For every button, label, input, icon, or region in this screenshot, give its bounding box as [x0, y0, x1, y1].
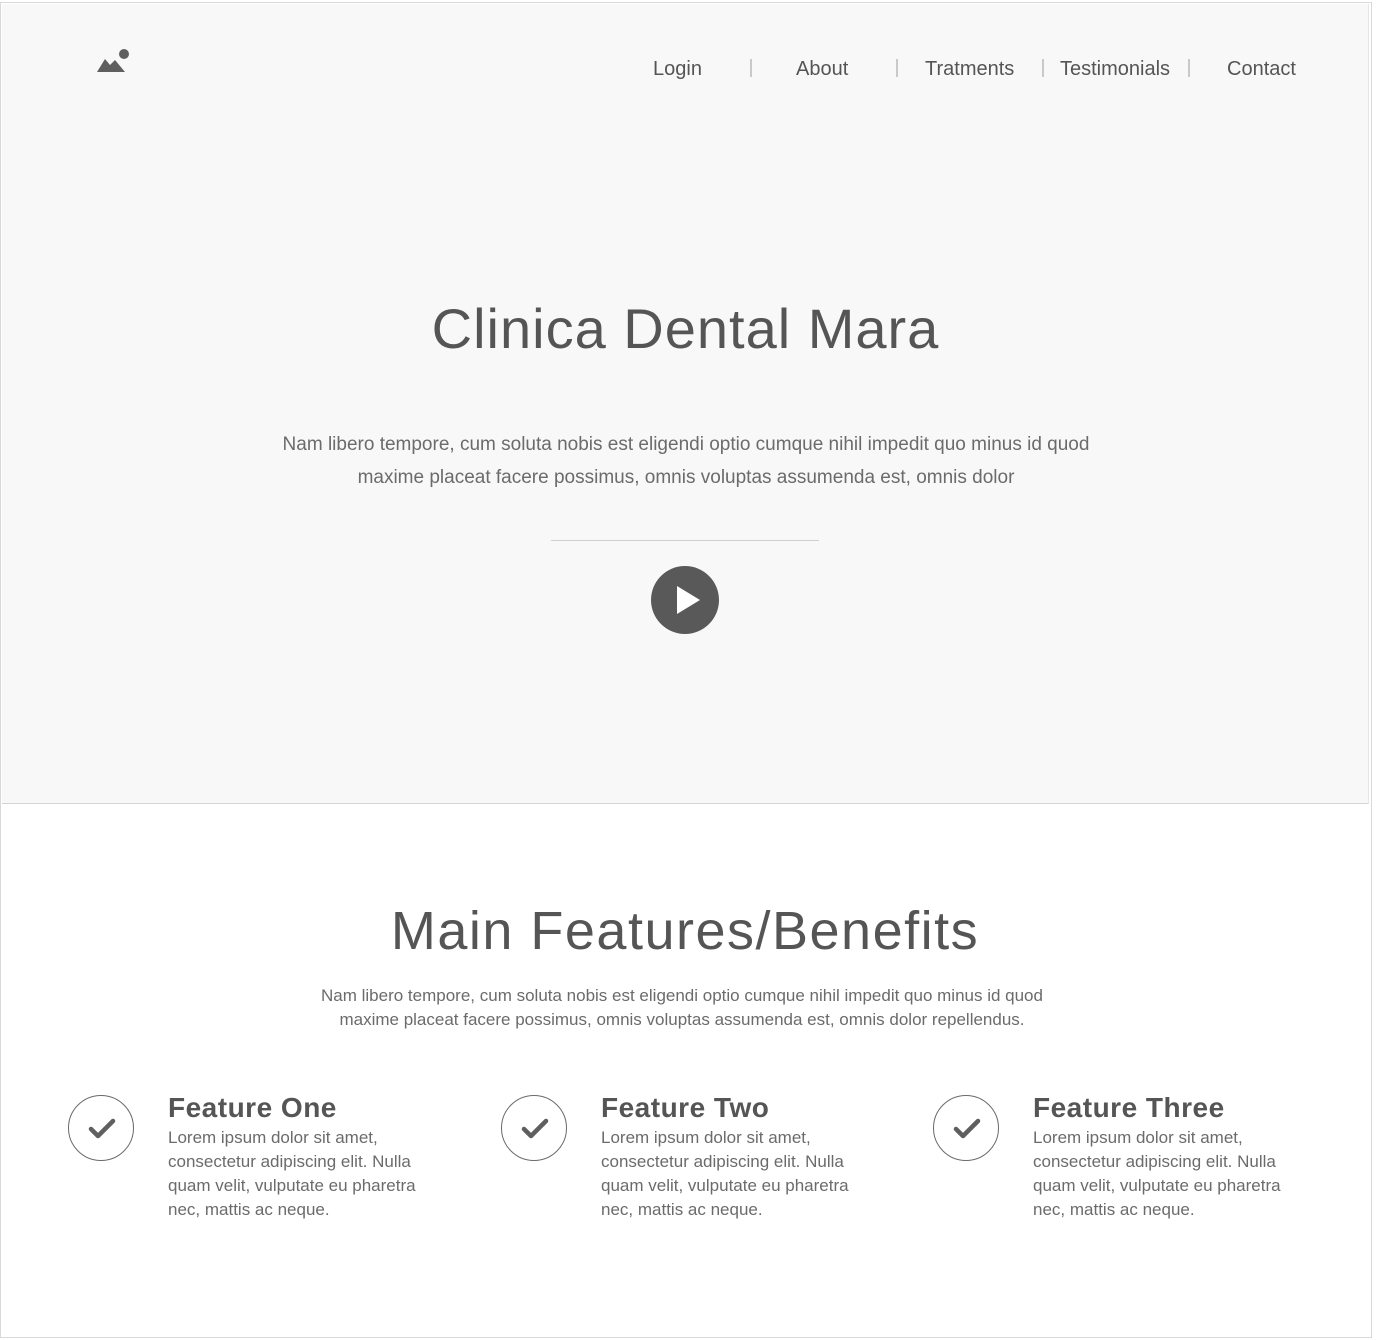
- nav-testimonials[interactable]: Testimonials: [1060, 54, 1170, 84]
- play-button[interactable]: [651, 566, 719, 634]
- landing-page: Login About Tratments Testimonials Conta…: [0, 0, 1380, 1340]
- feature-card: Feature Three Lorem ipsum dolor sit amet…: [933, 1092, 1313, 1234]
- nav-treatments[interactable]: Tratments: [925, 54, 1014, 84]
- nav-contact[interactable]: Contact: [1227, 54, 1296, 84]
- feature-description: Lorem ipsum dolor sit amet, consectetur …: [168, 1128, 416, 1219]
- check-circle-icon: [501, 1095, 567, 1161]
- feature-card: Feature One Lorem ipsum dolor sit amet, …: [68, 1092, 448, 1234]
- feature-card: Feature Two Lorem ipsum dolor sit amet, …: [501, 1092, 881, 1234]
- features-title: Main Features/Benefits: [390, 901, 980, 961]
- feature-title: Feature One: [168, 1092, 337, 1123]
- hero-section: Login About Tratments Testimonials Conta…: [2, 4, 1369, 804]
- check-circle-icon: [68, 1095, 134, 1161]
- hero-title: Clinica Dental Mara: [431, 297, 940, 360]
- nav-login[interactable]: Login: [653, 54, 702, 84]
- features-description: Nam libero tempore, cum soluta nobis est…: [321, 986, 1043, 1029]
- nav-separator: [1042, 59, 1044, 77]
- feature-title: Feature Two: [601, 1092, 770, 1123]
- divider: [551, 540, 819, 541]
- nav-about[interactable]: About: [796, 54, 848, 84]
- feature-description: Lorem ipsum dolor sit amet, consectetur …: [601, 1128, 849, 1219]
- play-icon: [677, 586, 700, 614]
- feature-title: Feature Three: [1033, 1092, 1225, 1123]
- check-circle-icon: [933, 1095, 999, 1161]
- nav-separator: [750, 59, 752, 77]
- main-nav: Login About Tratments Testimonials Conta…: [2, 54, 1369, 84]
- nav-separator: [896, 59, 898, 77]
- hero-description: Nam libero tempore, cum soluta nobis est…: [282, 434, 1090, 488]
- nav-separator: [1188, 59, 1190, 77]
- feature-description: Lorem ipsum dolor sit amet, consectetur …: [1033, 1128, 1281, 1219]
